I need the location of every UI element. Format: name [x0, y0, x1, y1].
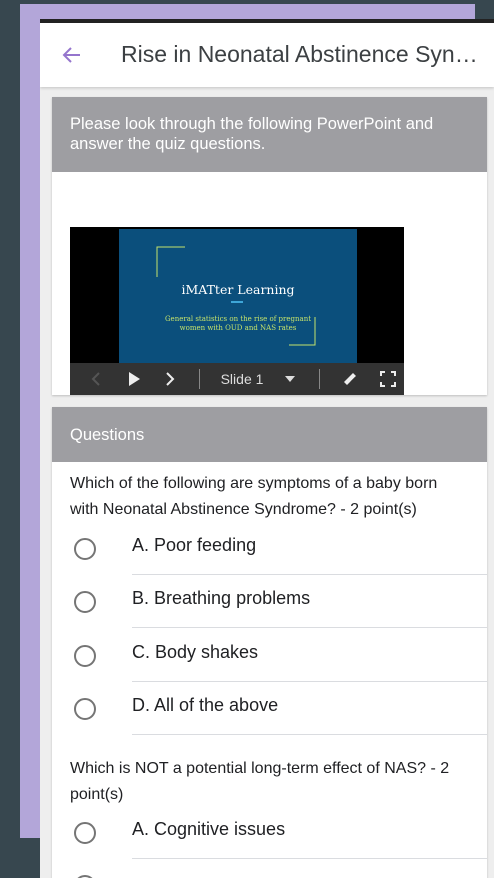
toolbar-divider-2 — [318, 363, 320, 395]
toolbar-divider — [198, 363, 200, 395]
option-divider — [132, 734, 487, 735]
option-2a[interactable]: A. Cognitive issues — [52, 806, 487, 859]
slide-number-label: Slide 1 — [220, 371, 264, 387]
option-label: B. Breathing problems — [132, 588, 311, 608]
questions-header-label: Questions — [70, 426, 145, 444]
option-1b[interactable]: B. Breathing problems — [52, 575, 487, 628]
next-slide-button[interactable] — [160, 363, 180, 395]
radio-button[interactable] — [74, 591, 96, 613]
open-in-slides-button[interactable] — [338, 363, 362, 395]
intro-text: Please look through the following PowerP… — [70, 115, 434, 153]
radio-button[interactable] — [74, 538, 96, 560]
intro-card: Please look through the following PowerP… — [52, 97, 487, 395]
quiz-sheet: Rise in Neonatal Abstinence Syndrome Ple… — [40, 23, 494, 878]
arrow-back-icon — [62, 47, 80, 63]
option-label: D. All of the above — [132, 695, 279, 715]
questions-card: Questions Which of the following are sym… — [52, 407, 487, 878]
slides-logo-icon — [344, 373, 357, 385]
questions-header: Questions — [52, 407, 487, 462]
caret-down-icon — [285, 376, 296, 382]
fullscreen-button[interactable] — [376, 363, 400, 395]
option-divider — [132, 627, 487, 628]
option-label: A. Cognitive issues — [132, 819, 286, 839]
option-1d[interactable]: D. All of the above — [52, 682, 487, 735]
page-title: Rise in Neonatal Abstinence Syndrome — [121, 41, 483, 67]
intro-header: Please look through the following PowerP… — [52, 97, 487, 172]
app-bar: Rise in Neonatal Abstinence Syndrome — [40, 23, 494, 87]
option-label: C. Body shakes — [132, 642, 259, 662]
radio-button[interactable] — [74, 822, 96, 844]
fullscreen-icon — [380, 371, 396, 387]
option-1c[interactable]: C. Body shakes — [52, 629, 487, 682]
slide-selector[interactable]: Slide 1 — [210, 363, 306, 395]
question-1-text: Which of the following are symptoms of a… — [70, 475, 438, 518]
radio-button[interactable] — [74, 645, 96, 667]
slides-embed[interactable]: iMATter Learning General statistics on t… — [70, 227, 404, 395]
slide-canvas: iMATter Learning General statistics on t… — [119, 229, 357, 363]
chevron-right-icon — [166, 372, 175, 386]
question-2-text: Which is NOT a potential long-term effec… — [70, 760, 450, 803]
slides-toolbar: Slide 1 — [70, 363, 404, 395]
prev-slide-button[interactable] — [86, 363, 106, 395]
slide-title: iMATter Learning — [181, 282, 295, 297]
radio-button[interactable] — [74, 698, 96, 720]
slide-subtitle: General statistics on the rise of pregna… — [164, 315, 312, 332]
option-2b-partial[interactable] — [52, 859, 487, 878]
play-button[interactable] — [124, 363, 144, 395]
play-icon — [129, 372, 140, 386]
option-label: A. Poor feeding — [132, 535, 257, 555]
chevron-left-icon — [91, 372, 100, 386]
option-1a[interactable]: A. Poor feeding — [52, 522, 487, 575]
back-button[interactable] — [56, 39, 88, 71]
